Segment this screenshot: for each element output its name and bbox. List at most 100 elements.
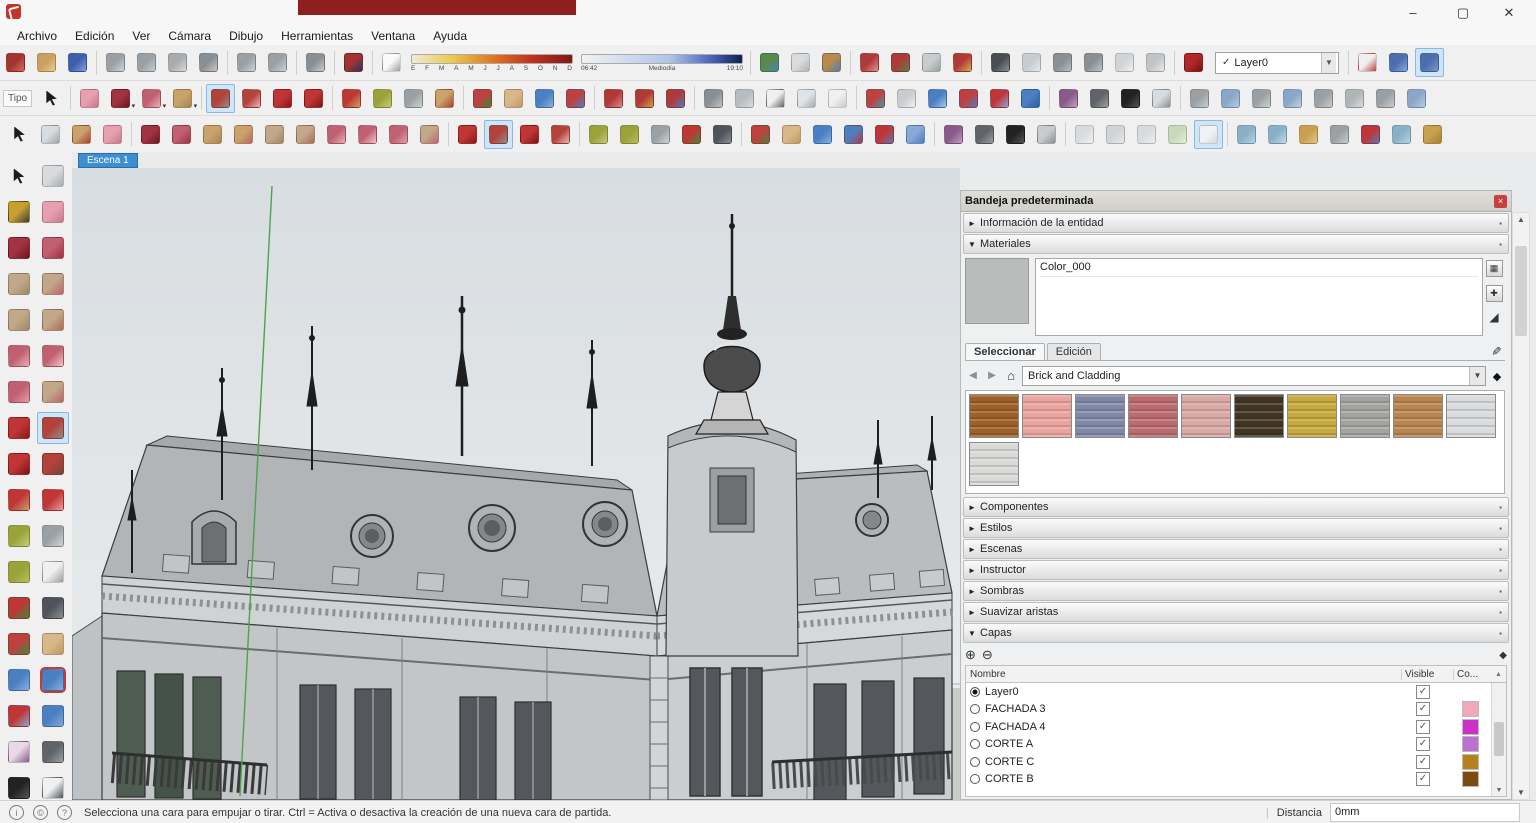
visible-checkbox[interactable]: ✓ [1416,720,1430,734]
section-estilos[interactable]: ►Estilos▪ [963,518,1509,538]
export-model-icon[interactable] [823,84,852,113]
layer-box-5-icon[interactable] [1356,120,1385,149]
radio-selected-icon[interactable] [970,687,980,697]
freehand-icon[interactable] [167,120,196,149]
previous-view-icon[interactable] [37,700,69,732]
zoom-window-icon[interactable] [839,120,868,149]
material-swatch-brick-gold[interactable] [1287,394,1337,438]
stack-4-icon[interactable] [1163,120,1192,149]
copy-icon[interactable] [132,48,161,77]
paint-bucket-icon[interactable] [430,84,459,113]
zoom-icon[interactable] [530,84,559,113]
component-attributes-icon[interactable] [917,48,946,77]
cut-icon[interactable] [101,48,130,77]
zoom-window-icon[interactable] [37,664,69,696]
stack-3-icon[interactable] [1132,120,1161,149]
arc-icon[interactable] [3,340,35,372]
credits-icon[interactable]: © [33,805,48,820]
push-pull-icon[interactable] [484,120,513,149]
chevron-down-icon[interactable]: ▼ [1321,53,1336,73]
tray-close-button[interactable]: × [1494,195,1507,208]
section-componentes[interactable]: ►Componentes▪ [963,497,1509,517]
circle-icon[interactable] [3,304,35,336]
create-material-icon[interactable]: ✚ [1486,285,1503,302]
menu-dibujo[interactable]: Dibujo [220,29,272,43]
photo-textures-icon[interactable] [817,48,846,77]
follow-me-icon[interactable] [237,84,266,113]
details-arrow-icon[interactable]: ◆ [1499,650,1507,661]
distance-input[interactable]: 0mm [1330,803,1520,822]
cone-select-icon[interactable] [1110,48,1139,77]
layer-color-swatch[interactable] [1462,736,1479,752]
layer-color-swatch[interactable] [1462,771,1479,787]
report-generator-icon[interactable] [1017,48,1046,77]
layer-box-2-icon[interactable] [1263,120,1292,149]
rotate-icon[interactable] [515,120,544,149]
scale-icon[interactable] [337,84,366,113]
push-pull-icon[interactable] [37,412,69,444]
menu-archivo[interactable]: Archivo [8,29,66,43]
layer-box-4-icon[interactable] [1325,120,1354,149]
box-tool-7-icon[interactable] [1371,84,1400,113]
pie-icon[interactable] [415,120,444,149]
display-pane-icon[interactable]: ▦ [1486,260,1503,277]
layer-row-layer0[interactable]: Layer0✓ [966,683,1506,701]
new-file-icon[interactable] [1,48,30,77]
eraser-icon[interactable] [75,84,104,113]
zoom-extents-icon[interactable] [561,84,590,113]
column-nombre[interactable]: Nombre [966,669,1401,680]
layer-box-7-icon[interactable] [1418,120,1447,149]
layer-row-fachada-4[interactable]: FACHADA 4✓ [966,718,1506,736]
scrollbar-thumb[interactable] [1515,246,1527,336]
stack-2-icon[interactable] [1101,120,1130,149]
push-pull-icon[interactable] [206,84,235,113]
line-icon[interactable] [3,232,35,264]
section-materials[interactable]: ▼ Materiales ▪ [963,234,1509,254]
look-around-icon[interactable] [970,120,999,149]
warehouse-icon[interactable] [699,84,728,113]
fog-icon[interactable] [892,84,921,113]
shadow-toggle-icon[interactable] [377,48,406,77]
radio-icon[interactable] [970,722,980,732]
team-share-icon[interactable] [1079,48,1108,77]
look-around-icon[interactable] [37,736,69,768]
forward-arrow-icon[interactable]: ▶ [984,368,1000,384]
pan-icon[interactable] [37,628,69,660]
section-options-icon[interactable]: ▪ [1497,608,1504,617]
protractor-icon[interactable] [3,556,35,588]
chevron-down-icon[interactable]: ▼ [1469,367,1485,385]
paint-icon[interactable] [67,120,96,149]
select-icon[interactable] [37,84,66,113]
radio-icon[interactable] [970,774,980,784]
zoom-icon[interactable] [808,120,837,149]
toggle-terrain-icon[interactable] [786,48,815,77]
look-around-icon[interactable] [1085,84,1114,113]
section-options-icon[interactable]: ▪ [1497,566,1504,575]
previous-view-icon[interactable] [901,120,930,149]
two-point-arc-icon[interactable] [37,340,69,372]
origin-axes-icon[interactable] [1353,48,1382,77]
line-icon[interactable] [136,120,165,149]
material-swatch-siding-light[interactable] [1446,394,1496,438]
layer-dropdown[interactable]: ✓ Layer0 ▼ [1215,52,1339,74]
rotate-icon[interactable] [299,84,328,113]
material-swatch-brick-red-smooth[interactable] [1128,394,1178,438]
orbit-blue-icon[interactable] [1016,84,1045,113]
scale-icon[interactable] [3,484,35,516]
eraser-icon[interactable] [98,120,127,149]
section-plane-icon[interactable] [1032,120,1061,149]
section-escenas[interactable]: ►Escenas▪ [963,539,1509,559]
zoom-extents-icon[interactable] [3,700,35,732]
box-tool-4-icon[interactable] [1278,84,1307,113]
zoom-selection-icon[interactable] [985,84,1014,113]
material-swatch-brick-rough-brown[interactable] [969,394,1019,438]
dropdown-caret-icon[interactable]: ▾ [132,102,136,110]
scene-tab[interactable]: Escena 1 [78,153,138,168]
move-icon[interactable] [453,120,482,149]
match-photo-icon[interactable] [954,84,983,113]
eraser-icon[interactable] [37,196,69,228]
circle-icon[interactable] [260,120,289,149]
layer-color-swatch[interactable] [1462,754,1479,770]
section-options-icon[interactable]: ▪ [1497,524,1504,533]
make-component-icon[interactable] [37,160,69,192]
